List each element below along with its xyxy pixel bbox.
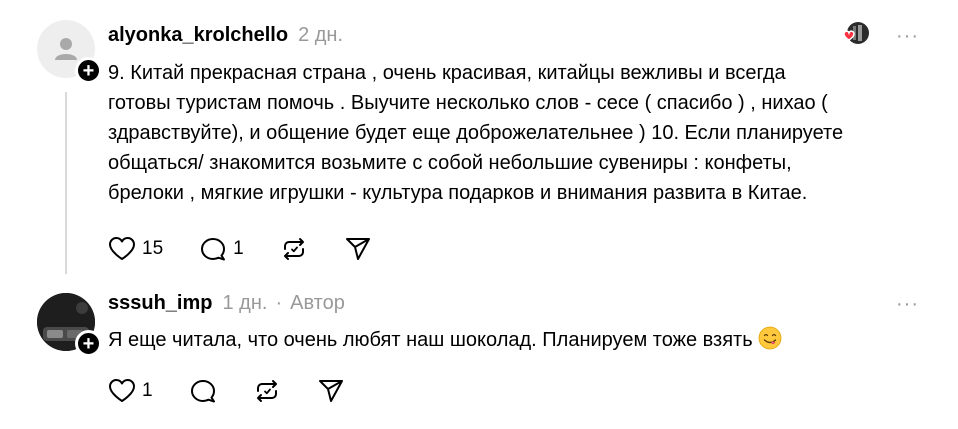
reply-button[interactable]: 1 (199, 236, 244, 262)
comment-text-line: готовы туристам помочь . Выучите несколь… (108, 92, 828, 114)
comment-post: + sssuh_imp 1 дн. · Автор ··· Я еще чита… (0, 280, 958, 429)
username[interactable]: alyonka_krolchello (108, 24, 288, 47)
timestamp[interactable]: 2 дн. (298, 24, 343, 47)
share-icon (318, 380, 343, 402)
comment-text-line: 9. Китай прекрасная страна , очень краси… (108, 62, 786, 84)
repost-button[interactable] (280, 236, 308, 262)
comment-header: sssuh_imp 1 дн. · Автор (108, 288, 345, 318)
share-button[interactable] (344, 236, 372, 262)
heart-icon (109, 237, 135, 260)
repost-button[interactable] (253, 378, 281, 404)
comment-post: + alyonka_krolchello 2 дн. ··· 9. Китай … (0, 0, 958, 280)
like-button[interactable]: 1 (108, 378, 153, 404)
comment-icon (201, 238, 226, 261)
repost-icon (283, 238, 304, 260)
like-count: 1 (142, 380, 153, 401)
comment-text-line: брелоки , мягкие игрушки - культура пода… (108, 182, 808, 204)
action-bar: 15 1 (108, 234, 408, 264)
follow-plus-button[interactable]: + (75, 57, 102, 84)
reply-count: 1 (233, 238, 244, 259)
thread-connector-line (65, 92, 67, 274)
more-options-button[interactable]: ··· (896, 26, 919, 46)
username[interactable]: sssuh_imp (108, 292, 212, 315)
timestamp[interactable]: 1 дн. (222, 292, 267, 315)
comment-header: alyonka_krolchello 2 дн. (108, 20, 343, 50)
heart-icon (109, 379, 135, 402)
liked-by-author-indicator (836, 20, 872, 48)
comment-text-line: общаться/ знакомится возьмите с собой не… (108, 152, 792, 174)
share-icon (345, 238, 370, 260)
comment-icon (190, 380, 215, 403)
comment-text: Я еще читала, что очень любят наш шокола… (108, 325, 938, 355)
reply-button[interactable] (189, 378, 217, 404)
avatar[interactable]: + (37, 20, 102, 84)
like-button[interactable]: 15 (108, 236, 163, 262)
follow-plus-button[interactable]: + (75, 330, 102, 357)
repost-icon (256, 380, 277, 402)
separator-dot: · (275, 291, 283, 314)
author-label: Автор (290, 291, 345, 314)
more-options-button[interactable]: ··· (896, 294, 919, 314)
liked-avatar-icon (843, 22, 869, 44)
avatar[interactable]: + (37, 293, 102, 357)
user-silhouette-icon (55, 38, 77, 60)
action-bar: 1 (108, 376, 381, 406)
comment-text-line: здравствуйте), и общение будет еще добро… (108, 122, 844, 144)
comment-text-line: Я еще читала, что очень любят наш шокола… (108, 329, 753, 351)
yum-face-emoji (758, 326, 782, 350)
share-button[interactable] (317, 378, 345, 404)
comment-text: 9. Китай прекрасная страна , очень краси… (108, 58, 938, 208)
like-count: 15 (142, 238, 164, 259)
